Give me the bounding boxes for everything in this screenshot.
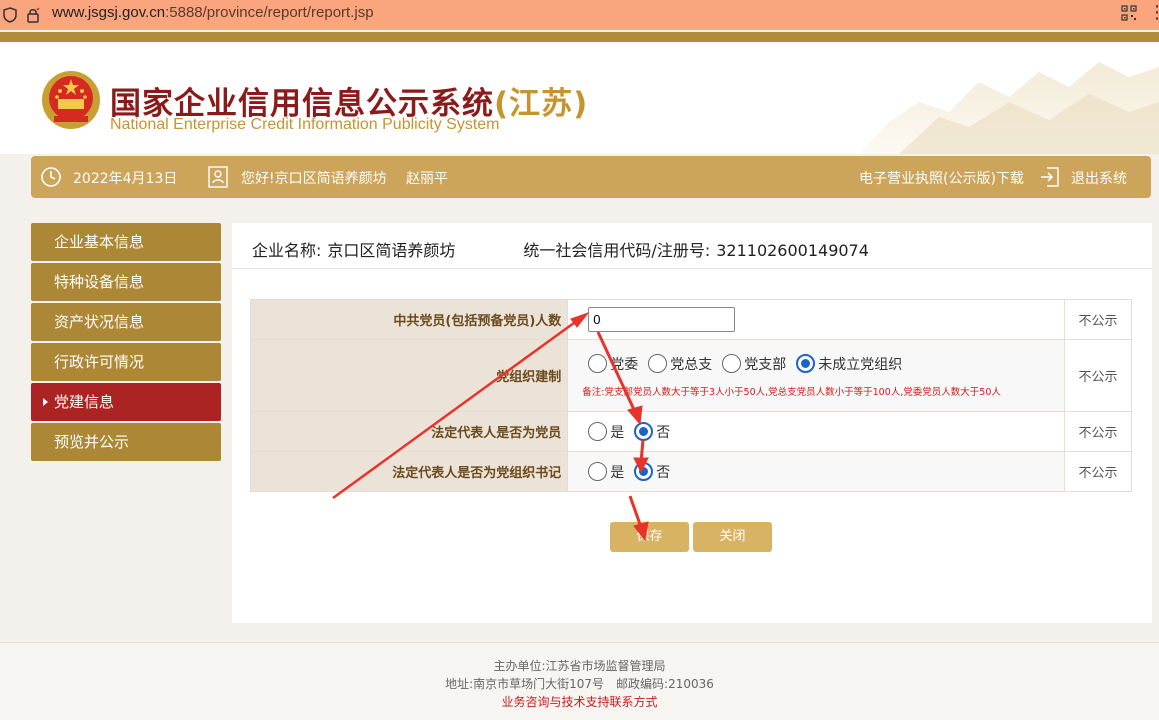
org-option-committee[interactable]: 党委 <box>588 354 638 374</box>
form-row-org-structure: 党组织建制 党委 党总支 党支部 未成立党组织 备注:党支部党员人数大于等于3人… <box>249 339 1132 412</box>
site-title-en: National Enterprise Credit Information P… <box>110 116 500 133</box>
form-row-legal-rep-member: 法定代表人是否为党员 是 否 不公示 <box>249 411 1132 452</box>
sidebar-item-assets[interactable]: 资产状况信息 <box>31 303 221 341</box>
license-download-link[interactable]: 电子营业执照(公示版)下载 <box>859 168 1024 188</box>
logout-link[interactable]: 退出系统 <box>1071 168 1127 188</box>
org-option-none[interactable]: 未成立党组织 <box>796 354 902 374</box>
sidebar-item-admin-license[interactable]: 行政许可情况 <box>31 343 221 381</box>
national-emblem-icon <box>42 71 100 129</box>
org-structure-cell: 党委 党总支 党支部 未成立党组织 备注:党支部党员人数大于等于3人小于50人,… <box>567 339 1066 412</box>
legal-rep-secretary-no[interactable]: 否 <box>634 462 670 482</box>
current-date: 2022年4月13日 <box>73 171 178 187</box>
member-count-cell <box>567 299 1066 340</box>
option-label: 党支部 <box>744 356 787 373</box>
option-label: 是 <box>610 424 625 441</box>
publicity-status: 不公示 <box>1064 451 1132 492</box>
legal-rep-secretary-yes[interactable]: 是 <box>588 462 624 482</box>
option-label: 党委 <box>610 356 639 373</box>
form-row-member-count: 中共党员(包括预备党员)人数 不公示 <box>249 299 1132 340</box>
save-button[interactable]: 保存 <box>610 522 689 552</box>
browser-menu-icon[interactable]: ⋮ <box>1148 2 1159 23</box>
footer-support-link[interactable]: 业务咨询与技术支持联系方式 <box>0 693 1159 711</box>
legal-rep-member-cell: 是 否 <box>567 411 1066 452</box>
browser-address-bar[interactable]: www.jsgsj.gov.cn:5888/province/report/re… <box>0 0 1159 30</box>
company-name-value: 京口区简语养颜坊 <box>327 241 456 260</box>
radio-button[interactable] <box>588 462 608 481</box>
logout-icon[interactable] <box>1039 166 1061 188</box>
qr-code-icon[interactable] <box>1121 5 1137 21</box>
lock-icon[interactable] <box>26 7 40 23</box>
option-label: 否 <box>656 424 671 441</box>
org-structure-note: 备注:党支部党员人数大于等于3人小于50人,党总支党员人数小于等于100人,党委… <box>582 386 1001 398</box>
legal-rep-member-label: 法定代表人是否为党员 <box>249 411 569 452</box>
site-banner: 国家企业信用信息公示系统(江苏) National Enterprise Cre… <box>0 42 1159 154</box>
url-path: :5888/province/report/report.jsp <box>165 4 374 21</box>
radio-button[interactable] <box>722 354 742 373</box>
radio-button[interactable] <box>588 354 608 373</box>
member-count-input[interactable] <box>588 307 736 332</box>
page-footer: 主办单位:江苏省市场监督管理局 地址:南京市草场门大街107号 邮政编码:210… <box>0 642 1159 720</box>
sidebar-nav: 企业基本信息 特种设备信息 资产状况信息 行政许可情况 党建信息 预览并公示 <box>31 223 221 463</box>
company-info: 企业名称: 京口区简语养颜坊 统一社会信用代码/注册号: 32110260014907… <box>252 237 875 261</box>
option-label: 否 <box>656 464 671 481</box>
shield-icon <box>3 7 17 23</box>
company-name-label: 企业名称: <box>252 241 322 260</box>
legal-rep-member-no[interactable]: 否 <box>634 422 670 442</box>
publicity-status: 不公示 <box>1064 339 1132 412</box>
main-panel: 企业名称: 京口区简语养颜坊 统一社会信用代码/注册号: 32110260014907… <box>232 223 1152 623</box>
sidebar-item-preview-publish[interactable]: 预览并公示 <box>31 423 221 461</box>
publicity-status: 不公示 <box>1064 299 1132 340</box>
url-text[interactable]: www.jsgsj.gov.cn:5888/province/report/re… <box>52 4 374 21</box>
footer-sponsor: 主办单位:江苏省市场监督管理局 <box>493 659 666 673</box>
credit-code-value: 321102600149074 <box>716 241 869 260</box>
user-icon <box>208 166 228 188</box>
org-option-branch[interactable]: 党支部 <box>722 354 786 374</box>
party-building-form: 中共党员(包括预备党员)人数 不公示 党组织建制 党委 党总支 党支部 未成立党… <box>249 299 1132 492</box>
option-label: 党总支 <box>670 356 713 373</box>
legal-rep-member-yes[interactable]: 是 <box>588 422 624 442</box>
option-label: 是 <box>610 464 625 481</box>
radio-button-selected[interactable] <box>634 422 654 441</box>
header-gold-strip <box>0 32 1159 42</box>
user-name: 赵丽平 <box>406 171 448 187</box>
publicity-status: 不公示 <box>1064 411 1132 452</box>
radio-button[interactable] <box>588 422 608 441</box>
url-host: www.jsgsj.gov.cn <box>52 4 166 21</box>
org-option-general-branch[interactable]: 党总支 <box>648 354 712 374</box>
form-row-legal-rep-secretary: 法定代表人是否为党组织书记 是 否 不公示 <box>249 451 1132 492</box>
greeting-text: 您好!京口区简语养颜坊 <box>241 171 387 187</box>
radio-button-selected[interactable] <box>634 462 654 481</box>
radio-button-selected[interactable] <box>796 354 816 373</box>
sidebar-item-party-building[interactable]: 党建信息 <box>31 383 221 421</box>
divider <box>232 268 1152 269</box>
credit-code-label: 统一社会信用代码/注册号: <box>523 241 711 260</box>
radio-button[interactable] <box>648 354 668 373</box>
user-info-bar: 2022年4月13日 您好!京口区简语养颜坊 赵丽平 电子营业执照(公示版)下载… <box>31 156 1151 198</box>
close-button[interactable]: 关闭 <box>693 522 772 552</box>
legal-rep-secretary-cell: 是 否 <box>567 451 1066 492</box>
option-label: 未成立党组织 <box>818 356 903 373</box>
sidebar-item-special-equipment[interactable]: 特种设备信息 <box>31 263 221 301</box>
member-count-label: 中共党员(包括预备党员)人数 <box>249 299 569 340</box>
org-structure-label: 党组织建制 <box>249 339 569 412</box>
footer-address: 地址:南京市草场门大街107号 邮政编码:210036 <box>445 677 714 691</box>
mountain-scenery-image <box>859 62 1159 154</box>
org-structure-options: 党委 党总支 党支部 未成立党组织 <box>588 354 1064 374</box>
legal-rep-secretary-label: 法定代表人是否为党组织书记 <box>249 451 569 492</box>
clock-icon <box>41 167 61 187</box>
site-title-region: (江苏) <box>494 86 589 122</box>
sidebar-item-basic-info[interactable]: 企业基本信息 <box>31 223 221 261</box>
